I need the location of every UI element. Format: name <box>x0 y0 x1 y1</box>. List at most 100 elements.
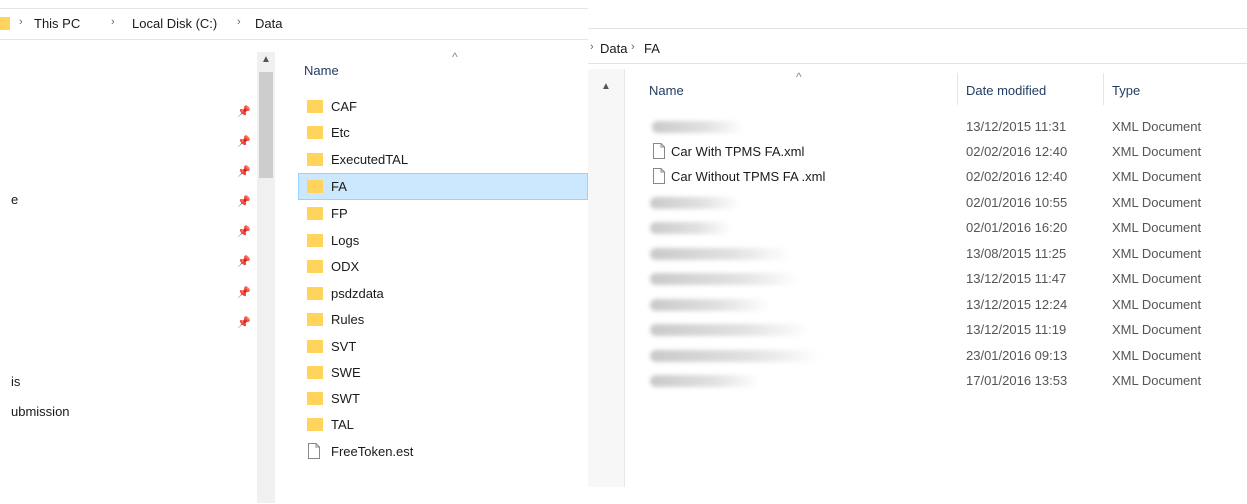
pin-icon[interactable]: 📌 <box>237 136 251 148</box>
table-row[interactable]: 02/01/2016 16:20 XML Document <box>628 216 1247 241</box>
list-item[interactable]: CAF <box>298 93 588 119</box>
breadcrumb-fa[interactable]: FA <box>644 41 660 56</box>
blurred-filename <box>650 324 810 336</box>
row-type: XML Document <box>1112 169 1202 184</box>
table-row[interactable]: 02/01/2016 10:55 XML Document <box>628 191 1247 216</box>
row-type: XML Document <box>1112 322 1202 337</box>
pin-icon[interactable]: 📌 <box>237 226 251 238</box>
list-item[interactable]: SWE <box>298 359 588 385</box>
table-row[interactable]: 13/12/2015 12:24 XML Document <box>628 293 1247 318</box>
list-item[interactable]: ODX <box>298 253 588 279</box>
item-label: ExecutedTAL <box>331 152 409 167</box>
table-row[interactable]: 13/12/2015 11:31 XML Document <box>628 115 1247 140</box>
pin-icon[interactable]: 📌 <box>237 287 251 299</box>
column-divider[interactable] <box>957 73 958 105</box>
item-label: FreeToken.est <box>331 444 414 459</box>
table-row[interactable]: 17/01/2016 13:53 XML Document <box>628 369 1247 394</box>
scroll-up-icon[interactable]: ▲ <box>261 54 271 65</box>
list-item-selected[interactable]: FA <box>298 173 588 200</box>
pin-icon[interactable]: 📌 <box>237 317 251 329</box>
blurred-filename <box>652 121 744 133</box>
row-date: 02/02/2016 12:40 <box>966 144 1068 159</box>
folder-icon <box>307 180 323 193</box>
nav-pane-strip[interactable]: ▲ <box>588 69 625 487</box>
nav-item-fragment[interactable]: e <box>11 192 18 207</box>
list-item[interactable]: Etc <box>298 119 588 145</box>
column-header-name[interactable]: Name <box>304 63 339 78</box>
right-explorer-window: › Data › FA ▲ ^ Name Date modified Type … <box>588 28 1247 504</box>
left-explorer-window: › This PC › Local Disk (C:) › Data e is … <box>0 0 588 503</box>
breadcrumb-local-disk[interactable]: Local Disk (C:) <box>132 16 217 31</box>
item-label: psdzdata <box>331 286 384 301</box>
folder-icon <box>307 207 323 220</box>
row-date: 23/01/2016 09:13 <box>966 348 1068 363</box>
breadcrumb-separator-icon: › <box>111 16 115 28</box>
item-label: FA <box>331 179 347 194</box>
right-address-bar[interactable]: › Data › FA <box>588 37 1247 64</box>
row-type: XML Document <box>1112 246 1202 261</box>
item-label: CAF <box>331 99 357 114</box>
column-header-name[interactable]: Name <box>649 83 684 98</box>
scrollbar-thumb[interactable] <box>259 72 273 178</box>
file-icon <box>653 143 665 159</box>
nav-item-fragment[interactable]: is <box>11 374 20 389</box>
pin-icon[interactable]: 📌 <box>237 166 251 178</box>
folder-icon <box>0 17 10 30</box>
blurred-filename <box>650 299 770 311</box>
folder-icon <box>307 392 323 405</box>
list-item[interactable]: Logs <box>298 227 588 253</box>
row-type: XML Document <box>1112 373 1202 388</box>
row-type: XML Document <box>1112 271 1202 286</box>
row-type: XML Document <box>1112 119 1202 134</box>
column-header-type[interactable]: Type <box>1112 83 1140 98</box>
table-row[interactable]: Car With TPMS FA.xml 02/02/2016 12:40 XM… <box>628 140 1247 165</box>
breadcrumb-data[interactable]: Data <box>600 41 627 56</box>
breadcrumb-this-pc[interactable]: This PC <box>34 16 80 31</box>
item-label: SWE <box>331 365 361 380</box>
pin-icon[interactable]: 📌 <box>237 256 251 268</box>
list-item[interactable]: TAL <box>298 411 588 437</box>
sort-chevron-icon: ^ <box>452 50 458 64</box>
row-filename: Car With TPMS FA.xml <box>671 144 805 159</box>
table-row[interactable]: 23/01/2016 09:13 XML Document <box>628 344 1247 369</box>
column-divider[interactable] <box>1103 73 1104 105</box>
pin-icon[interactable]: 📌 <box>237 196 251 208</box>
list-item[interactable]: psdzdata <box>298 280 588 306</box>
list-item[interactable]: ExecutedTAL <box>298 146 588 172</box>
row-date: 13/12/2015 11:31 <box>966 119 1067 134</box>
list-item[interactable]: FreeToken.est <box>298 438 588 464</box>
breadcrumb-separator-icon: › <box>19 16 23 28</box>
blurred-filename <box>650 222 732 234</box>
blurred-filename <box>650 248 790 260</box>
list-item[interactable]: FP <box>298 200 588 226</box>
list-item[interactable]: SWT <box>298 385 588 411</box>
table-row[interactable]: Car Without TPMS FA .xml 02/02/2016 12:4… <box>628 165 1247 190</box>
folder-icon <box>307 340 323 353</box>
blurred-filename <box>650 273 800 285</box>
blurred-filename <box>650 197 740 209</box>
scroll-up-icon[interactable]: ▲ <box>601 81 611 92</box>
folder-icon <box>307 260 323 273</box>
row-date: 13/08/2015 11:25 <box>966 246 1067 261</box>
row-date: 13/12/2015 11:47 <box>966 271 1067 286</box>
item-label: Rules <box>331 312 365 327</box>
folder-icon <box>307 313 323 326</box>
list-item[interactable]: SVT <box>298 333 588 359</box>
nav-scrollbar[interactable]: ▲ <box>257 52 275 503</box>
folder-icon <box>307 126 323 139</box>
item-label: TAL <box>331 417 354 432</box>
table-row[interactable]: 13/12/2015 11:47 XML Document <box>628 267 1247 292</box>
column-header-date[interactable]: Date modified <box>966 83 1046 98</box>
nav-item-fragment[interactable]: ubmission <box>11 404 70 419</box>
table-row[interactable]: 13/12/2015 11:19 XML Document <box>628 318 1247 343</box>
list-item[interactable]: Rules <box>298 306 588 332</box>
breadcrumb-data[interactable]: Data <box>255 16 282 31</box>
table-row[interactable]: 13/08/2015 11:25 XML Document <box>628 242 1247 267</box>
pin-icon[interactable]: 📌 <box>237 106 251 118</box>
row-type: XML Document <box>1112 348 1202 363</box>
row-date: 13/12/2015 11:19 <box>966 322 1067 337</box>
left-address-bar[interactable]: › This PC › Local Disk (C:) › Data <box>0 8 588 40</box>
folder-icon <box>307 366 323 379</box>
sort-chevron-icon: ^ <box>796 70 802 84</box>
breadcrumb-separator-icon: › <box>631 41 635 53</box>
